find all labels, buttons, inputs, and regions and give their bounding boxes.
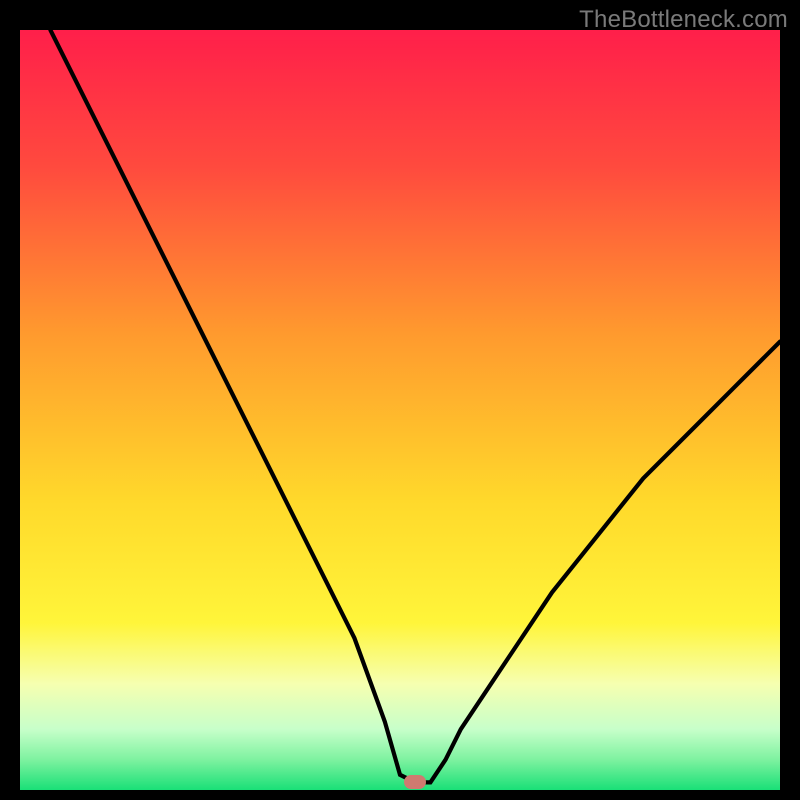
bottleneck-curve [20, 30, 780, 790]
chart-frame [20, 30, 780, 790]
optimum-marker [404, 775, 426, 789]
plot-area [20, 30, 780, 790]
watermark-text: TheBottleneck.com [579, 6, 788, 34]
